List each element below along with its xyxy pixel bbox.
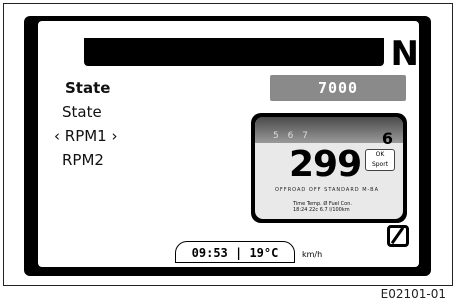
speed-unit: km/h bbox=[302, 250, 323, 259]
preview-mode-line1: OK bbox=[375, 151, 385, 158]
preview-icons-row: OFFROAD OFF STANDARD M-BA bbox=[275, 187, 380, 193]
menu-item-state-header[interactable]: State bbox=[65, 79, 110, 97]
menu-item-state[interactable]: State bbox=[62, 103, 102, 121]
preview-info-line2: 18:24 22c 6.7 l/100km bbox=[293, 207, 350, 213]
dashboard-screen: N State State ‹ RPM1 › RPM2 7000 5 6 7 6… bbox=[38, 21, 419, 267]
preview-info: Time Temp. Ø Fuel Con. 18:24 22c 6.7 l/1… bbox=[293, 201, 393, 213]
time-temp-pill: 09:53 | 19°C bbox=[175, 241, 295, 263]
neutral-slash-icon bbox=[387, 225, 409, 247]
menu-item-rpm1-selected[interactable]: ‹ RPM1 › bbox=[54, 127, 118, 145]
preview-speed: 299 bbox=[289, 144, 362, 185]
preview-gear: 6 bbox=[381, 129, 393, 148]
preview-tach-digits: 5 6 7 bbox=[273, 131, 311, 141]
figure-reference: E02101-01 bbox=[380, 287, 446, 301]
preview-mode-badge: OK Sport bbox=[365, 149, 395, 171]
preview-screen: 5 6 7 6 299 OK Sport OFFROAD OFF STANDAR… bbox=[255, 117, 403, 219]
menu-item-rpm2[interactable]: RPM2 bbox=[62, 151, 104, 169]
preview-mode-line2: Sport bbox=[371, 161, 389, 168]
rpm-value-box[interactable]: 7000 bbox=[270, 75, 406, 101]
display-preview: 5 6 7 6 299 OK Sport OFFROAD OFF STANDAR… bbox=[251, 113, 407, 223]
top-status-bar bbox=[84, 38, 384, 66]
gear-indicator: N bbox=[390, 34, 419, 74]
